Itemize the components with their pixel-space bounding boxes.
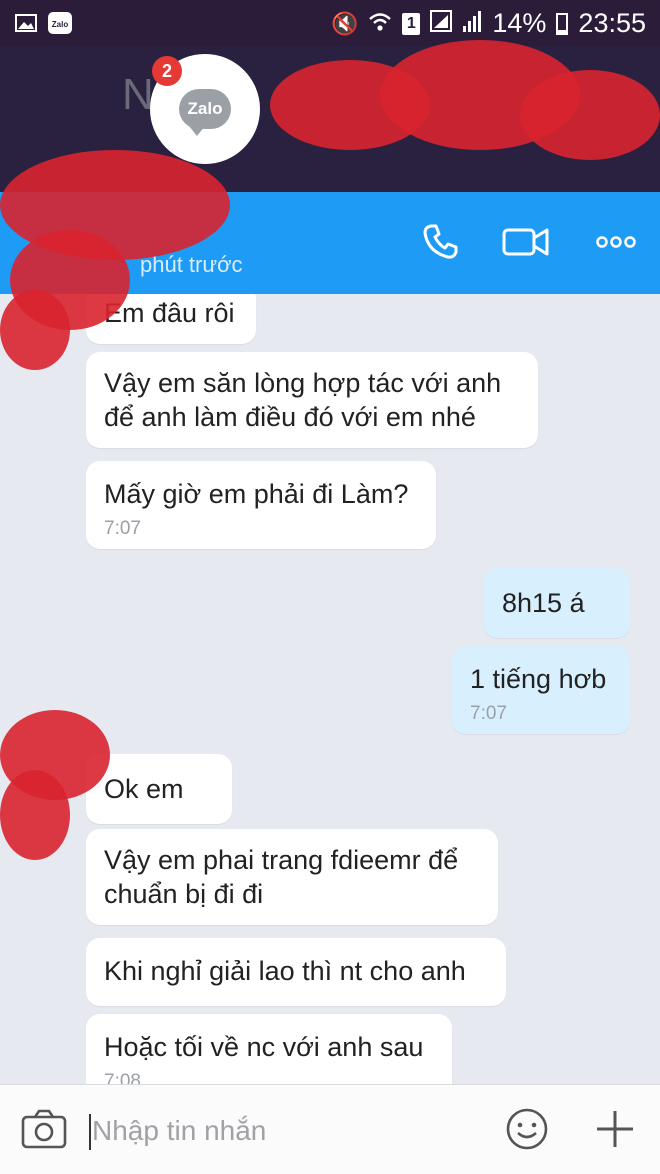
- signal-bars-icon: [462, 8, 482, 39]
- message-text: Mấy giờ em phải đi Làm?: [104, 479, 409, 509]
- message-timestamp: 7:07: [470, 703, 507, 724]
- zalo-app-icon: Zalo: [48, 12, 72, 34]
- wifi-icon: [368, 8, 392, 39]
- message-bubble-incoming[interactable]: Hoặc tối về nc với anh sau 7:08: [86, 1014, 452, 1084]
- message-bubble-incoming[interactable]: Em đâu rôi: [86, 294, 256, 344]
- clock: 23:55: [578, 8, 646, 38]
- background-app-area: N Zalo 2: [0, 46, 660, 192]
- message-timestamp: 7:08: [104, 1071, 141, 1084]
- message-bubble-incoming[interactable]: Vậy em phai trang fdieemr để chuẩn bị đi…: [86, 829, 498, 925]
- zalo-logo-icon: Zalo: [179, 89, 231, 136]
- message-bubble-incoming[interactable]: Mấy giờ em phải đi Làm? 7:07: [86, 461, 436, 549]
- text-cursor: [89, 1114, 91, 1150]
- svg-text:Zalo: Zalo: [52, 20, 69, 29]
- last-seen-status: phút trước: [140, 252, 243, 277]
- phone-icon[interactable]: [416, 218, 464, 266]
- plus-icon[interactable]: [594, 1108, 636, 1150]
- camera-icon[interactable]: [20, 1106, 68, 1152]
- message-bubble-outgoing[interactable]: 1 tiếng hơb 7:07: [452, 646, 630, 734]
- message-text: Hoặc tối về nc với anh sau: [104, 1032, 424, 1062]
- signal-icon: [430, 8, 453, 39]
- background-contact-initial: N: [122, 70, 154, 119]
- message-text: 8h15 á: [502, 588, 585, 618]
- battery-icon: [556, 12, 569, 35]
- more-options-icon[interactable]: [592, 218, 640, 266]
- message-text: Ok em: [104, 774, 184, 804]
- notification-badge: 2: [152, 56, 182, 86]
- message-list[interactable]: Em đâu rôi Vậy em săn lòng hợp tác với a…: [0, 294, 660, 1084]
- message-bubble-incoming[interactable]: Ok em: [86, 754, 232, 824]
- message-text: 1 tiếng hơb: [470, 664, 607, 694]
- message-bubble-incoming[interactable]: Khi nghỉ giải lao thì nt cho anh: [86, 938, 506, 1006]
- status-bar: Zalo 🔇 1 14% 23:55: [0, 0, 660, 46]
- image-icon: [14, 12, 38, 34]
- message-bubble-outgoing[interactable]: 8h15 á: [484, 568, 630, 638]
- zalo-logo-text: Zalo: [187, 99, 223, 118]
- message-text: Em đâu rôi: [104, 298, 235, 328]
- message-input[interactable]: [92, 1110, 472, 1152]
- message-text: Khi nghỉ giải lao thì nt cho anh: [104, 956, 466, 986]
- emoji-icon[interactable]: [504, 1106, 550, 1152]
- battery-percent: 14%: [492, 8, 547, 38]
- message-text: Vậy em săn lòng hợp tác với anh để anh l…: [104, 368, 502, 432]
- conversation-header: phút trước: [0, 192, 660, 294]
- message-text: Vậy em phai trang fdieemr để chuẩn bị đi…: [104, 845, 459, 909]
- video-call-icon[interactable]: [502, 218, 550, 266]
- sim-slot-icon: 1: [402, 12, 421, 35]
- mute-icon: 🔇: [330, 10, 359, 36]
- message-bubble-incoming[interactable]: Vậy em săn lòng hợp tác với anh để anh l…: [86, 352, 538, 448]
- message-timestamp: 7:07: [104, 518, 141, 539]
